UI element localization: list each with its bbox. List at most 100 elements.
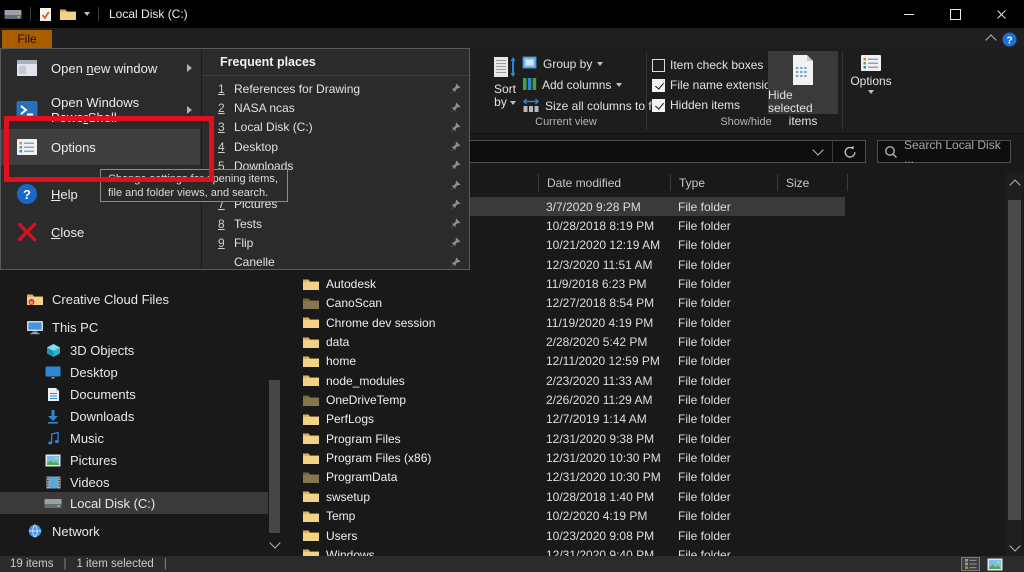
checkbox-box-hidden-items[interactable]: [652, 99, 665, 112]
checkbox-box-item-check-boxes[interactable]: [652, 59, 665, 72]
sidebar-item-videos[interactable]: Videos: [0, 471, 268, 493]
pin-icon[interactable]: [450, 141, 461, 155]
frequent-place-number: 9: [218, 236, 234, 250]
sidebar-item-local-disk-c[interactable]: Local Disk (C:): [0, 492, 268, 514]
column-header-date-modified[interactable]: Date modified: [538, 174, 670, 191]
address-dropdown-chevron-icon[interactable]: [812, 144, 823, 155]
network-icon: [26, 524, 44, 538]
frequent-place-local-disk-c[interactable]: 3Local Disk (C:): [202, 118, 471, 137]
table-row-windows[interactable]: Windows12/31/2020 9:40 PMFile folder: [285, 545, 1008, 556]
date-modified-cell: 10/23/2020 9:08 PM: [538, 526, 670, 545]
table-row-program-files[interactable]: Program Files12/31/2020 9:38 PMFile fold…: [285, 429, 1008, 448]
sidebar-item-downloads[interactable]: Downloads: [0, 405, 268, 427]
file-name-cell: home: [285, 352, 538, 371]
group-label-current-view: Current view: [486, 116, 646, 130]
minimize-button[interactable]: [886, 0, 932, 28]
options-label: Options: [850, 75, 891, 88]
scroll-up-icon[interactable]: [1006, 176, 1023, 190]
pin-icon[interactable]: [450, 83, 461, 97]
pin-icon[interactable]: [450, 122, 461, 136]
search-input[interactable]: Search Local Disk ...: [877, 140, 1011, 163]
frequent-place-references-for-drawing[interactable]: 1References for Drawing: [202, 79, 471, 98]
table-row-onedrivetemp[interactable]: OneDriveTemp2/26/2020 11:29 AMFile folde…: [285, 390, 1008, 409]
checkbox-hidden-items[interactable]: Hidden items: [652, 95, 740, 115]
frequent-place-canelle[interactable]: Canelle: [202, 253, 471, 272]
type-cell: File folder: [670, 352, 777, 371]
details-view-button[interactable]: [961, 557, 980, 571]
folder-options-button[interactable]: Options: [847, 51, 895, 114]
type-cell: File folder: [670, 545, 777, 556]
date-modified-cell: 10/21/2020 12:19 AM: [538, 236, 670, 255]
pin-icon[interactable]: [450, 160, 461, 174]
file-name: node_modules: [326, 374, 405, 388]
column-header-type[interactable]: Type: [670, 174, 777, 191]
table-row-data[interactable]: data2/28/2020 5:42 PMFile folder: [285, 332, 1008, 351]
hide-selected-items-button[interactable]: Hide selected items: [768, 51, 838, 114]
file-name: Autodesk: [326, 277, 376, 291]
sidebar-item-label: Documents: [70, 387, 136, 402]
checkbox-item-check-boxes[interactable]: Item check boxes: [652, 55, 763, 75]
pin-icon[interactable]: [450, 218, 461, 232]
column-header-size[interactable]: Size: [777, 174, 848, 191]
table-row-program-files-x86[interactable]: Program Files (x86)12/31/2020 10:30 PMFi…: [285, 448, 1008, 467]
close-button[interactable]: [978, 0, 1024, 28]
pin-icon[interactable]: [450, 102, 461, 116]
file-menu-item-close[interactable]: Close: [1, 215, 200, 249]
folder-icon: [303, 278, 319, 291]
table-row-canoscan[interactable]: CanoScan12/27/2018 8:54 PMFile folder: [285, 294, 1008, 313]
quickaccess-customize-chevron-icon[interactable]: [80, 0, 94, 28]
group-by-button[interactable]: Group by: [522, 54, 603, 74]
frequent-place-tests[interactable]: 8Tests: [202, 214, 471, 233]
sidebar-item-creative-cloud-files[interactable]: eCreative Cloud Files: [0, 288, 268, 310]
table-row-perflogs[interactable]: PerfLogs12/7/2019 1:14 AMFile folder: [285, 410, 1008, 429]
sidebar-item-pictures[interactable]: Pictures: [0, 449, 268, 471]
sidebar-item-network[interactable]: Network: [0, 520, 268, 542]
sidebar-item-label: Local Disk (C:): [70, 496, 155, 511]
pin-icon[interactable]: [450, 237, 461, 251]
maximize-button[interactable]: [932, 0, 978, 28]
sidebar-scroll-down-icon[interactable]: [268, 536, 282, 552]
size-cell: [777, 216, 848, 235]
table-row-home[interactable]: home12/11/2020 12:59 PMFile folder: [285, 352, 1008, 371]
checkbox-box-file-name-extensions[interactable]: [652, 79, 665, 92]
sidebar-item-documents[interactable]: Documents: [0, 383, 268, 405]
sidebar-item-3d-objects[interactable]: 3D Objects: [0, 339, 268, 361]
file-menu-item-options[interactable]: Options: [1, 129, 200, 165]
table-row-temp[interactable]: Temp10/2/2020 4:19 PMFile folder: [285, 507, 1008, 526]
table-row-node-modules[interactable]: node_modules2/23/2020 11:33 AMFile folde…: [285, 371, 1008, 390]
file-name-cell: data: [285, 332, 538, 351]
thumbnail-view-button[interactable]: [985, 557, 1004, 571]
add-columns-label: Add columns: [542, 78, 611, 92]
frequent-place-flip[interactable]: 9Flip: [202, 233, 471, 252]
file-name-cell: node_modules: [285, 371, 538, 390]
collapse-ribbon-chevron-icon[interactable]: [984, 31, 998, 45]
sidebar-scrollbar-thumb[interactable]: [269, 380, 280, 533]
size-all-columns-button[interactable]: Size all columns to fit: [522, 96, 658, 116]
frequent-place-desktop[interactable]: 4Desktop: [202, 137, 471, 156]
table-row-chrome-dev-session[interactable]: Chrome dev session11/19/2020 4:19 PMFile…: [285, 313, 1008, 332]
table-row-programdata[interactable]: ProgramData12/31/2020 10:30 PMFile folde…: [285, 468, 1008, 487]
refresh-icon[interactable]: [843, 145, 857, 159]
scroll-down-icon[interactable]: [1006, 540, 1023, 554]
music-icon: [44, 431, 62, 446]
properties-quickaccess-icon[interactable]: [35, 0, 56, 28]
tab-file[interactable]: File: [2, 30, 52, 48]
sidebar-item-this-pc[interactable]: This PC: [0, 316, 268, 338]
pin-icon[interactable]: [450, 257, 461, 271]
sidebar-item-music[interactable]: Music: [0, 427, 268, 449]
frequent-place-nasa-ncas[interactable]: 2NASA ncas: [202, 98, 471, 117]
sort-by-button[interactable]: Sort by: [486, 51, 524, 113]
checkbox-file-name-extensions[interactable]: File name extensions: [652, 75, 783, 95]
table-row-users[interactable]: Users10/23/2020 9:08 PMFile folder: [285, 526, 1008, 545]
file-menu-item-open-new-window[interactable]: Open new window: [1, 53, 200, 83]
table-row-autodesk[interactable]: Autodesk11/9/2018 6:23 PMFile folder: [285, 274, 1008, 293]
pin-icon[interactable]: [450, 180, 461, 194]
new-folder-quickaccess-icon[interactable]: [56, 0, 80, 28]
file-menu-item-open-windows-powershell[interactable]: Open Windows PowerShell: [1, 95, 200, 125]
file-list-scrollbar-thumb[interactable]: [1008, 200, 1021, 520]
table-row-swsetup[interactable]: swsetup10/28/2018 1:40 PMFile folder: [285, 487, 1008, 506]
help-circle-icon[interactable]: ?: [1001, 31, 1017, 47]
add-columns-button[interactable]: Add columns: [522, 75, 622, 95]
pin-icon[interactable]: [450, 199, 461, 213]
sidebar-item-desktop[interactable]: Desktop: [0, 361, 268, 383]
